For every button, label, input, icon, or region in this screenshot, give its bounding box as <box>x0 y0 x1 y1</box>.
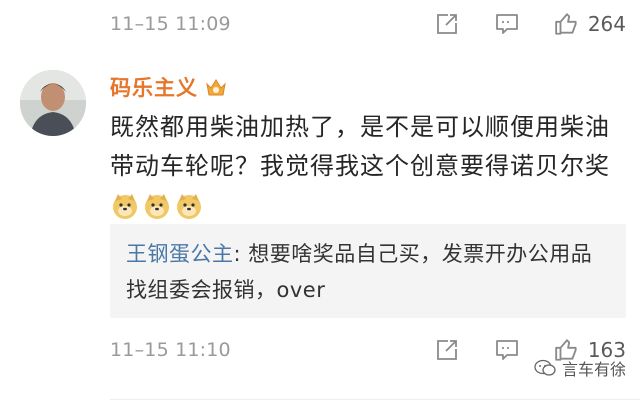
top-comment-actions: 264 <box>434 11 626 37</box>
top-comment-meta: 11–15 11:09 264 <box>110 8 626 40</box>
vip-crown-icon <box>204 76 228 98</box>
forward-icon[interactable] <box>434 11 460 37</box>
top-comment-like-count: 264 <box>587 12 626 36</box>
top-comment-timestamp: 11–15 11:09 <box>110 13 231 35</box>
reply-separator: : <box>233 242 249 266</box>
watermark-text: 言车有徐 <box>561 360 626 379</box>
watermark: 言车有徐 <box>534 356 626 380</box>
forward-icon[interactable] <box>434 337 460 363</box>
doge-emoji <box>174 191 204 221</box>
comment-icon[interactable] <box>494 337 520 363</box>
wechat-icon <box>534 359 556 377</box>
top-comment-like-button[interactable]: 264 <box>554 11 626 37</box>
doge-emoji <box>142 191 172 221</box>
avatar[interactable] <box>20 70 86 136</box>
comment-body: 既然都用柴油加热了，是不是可以顺便用柴油带动车轮呢？我觉得我这个创意要得诺贝尔奖 <box>110 108 622 225</box>
reply-box[interactable]: 王钢蛋公主: 想要啥奖品自己买，发票开办公用品找组委会报销，over <box>110 224 626 318</box>
reply-author[interactable]: 王钢蛋公主 <box>126 242 234 266</box>
doge-emoji <box>110 191 140 221</box>
comment-username[interactable]: 码乐主义 <box>110 72 198 102</box>
comment-text: 既然都用柴油加热了，是不是可以顺便用柴油带动车轮呢？我觉得我这个创意要得诺贝尔奖 <box>110 113 610 180</box>
thumbs-up-icon <box>555 13 577 35</box>
comment-author-row: 码乐主义 <box>110 72 228 102</box>
reply-content: 王钢蛋公主: 想要啥奖品自己买，发票开办公用品找组委会报销，over <box>126 236 612 308</box>
comment-icon[interactable] <box>494 11 520 37</box>
comment-timestamp: 11–15 11:10 <box>110 339 231 361</box>
